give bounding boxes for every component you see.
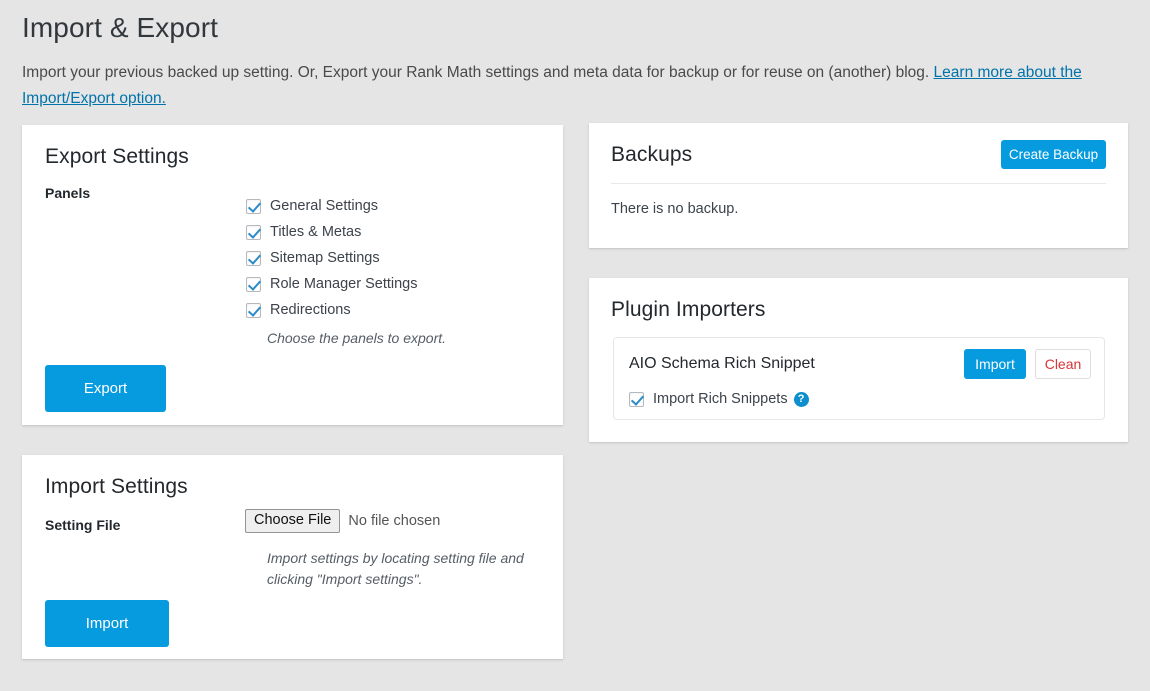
importer-actions: Import Clean (964, 349, 1091, 379)
checkbox-label: General Settings (270, 198, 379, 214)
create-backup-button[interactable]: Create Backup (1001, 140, 1106, 169)
checkbox-import-rich-snippets[interactable] (629, 391, 644, 407)
import-settings-title: Import Settings (45, 475, 188, 498)
checkbox-label: Import Rich Snippets (653, 391, 788, 407)
plugin-importers-title: Plugin Importers (611, 298, 766, 321)
importer-clean-button[interactable]: Clean (1035, 349, 1091, 379)
checkbox-row-redirections[interactable]: Redirections (246, 297, 418, 323)
importer-item-aio-schema-rich-snippet: AIO Schema Rich Snippet Import Clean Imp… (613, 337, 1105, 420)
export-button[interactable]: Export (45, 365, 166, 412)
checkbox-general-settings[interactable] (246, 198, 261, 214)
backups-card: Backups Create Backup There is no backup… (589, 123, 1128, 248)
choose-file-button[interactable]: Choose File (245, 509, 341, 533)
export-panels-checkbox-list: General Settings Titles & Metas Sitemap … (246, 193, 418, 323)
importer-name: AIO Schema Rich Snippet (629, 355, 815, 372)
export-hint-text: Choose the panels to export. (267, 330, 447, 346)
import-settings-card: Import Settings Setting File Choose File… (22, 455, 563, 659)
checkbox-row-sitemap-settings[interactable]: Sitemap Settings (246, 245, 418, 271)
checkbox-label: Sitemap Settings (270, 250, 380, 266)
backups-divider (611, 183, 1106, 184)
checkbox-titles-metas[interactable] (246, 224, 261, 240)
no-backup-message: There is no backup. (611, 201, 739, 217)
import-export-page: Import & Export Import your previous bac… (0, 0, 1150, 691)
import-button[interactable]: Import (45, 600, 169, 647)
export-settings-title: Export Settings (45, 145, 189, 168)
checkbox-role-manager-settings[interactable] (246, 276, 261, 292)
checkbox-row-general-settings[interactable]: General Settings (246, 193, 418, 219)
checkbox-row-import-rich-snippets[interactable]: Import Rich Snippets ? (629, 390, 809, 408)
checkbox-sitemap-settings[interactable] (246, 250, 261, 266)
checkbox-label: Role Manager Settings (270, 276, 418, 292)
file-chosen-status: No file chosen (348, 513, 441, 529)
export-settings-card: Export Settings Panels General Settings … (22, 125, 563, 425)
question-mark-icon[interactable]: ? (793, 391, 809, 407)
page-description: Import your previous backed up setting. … (22, 60, 1126, 112)
checkbox-label: Redirections (270, 302, 351, 318)
checkbox-row-role-manager-settings[interactable]: Role Manager Settings (246, 271, 418, 297)
checkbox-redirections[interactable] (246, 302, 261, 318)
checkbox-row-titles-metas[interactable]: Titles & Metas (246, 219, 418, 245)
importer-import-button[interactable]: Import (964, 349, 1026, 379)
setting-file-label: Setting File (45, 517, 121, 533)
checkbox-label: Titles & Metas (270, 224, 362, 240)
backups-title: Backups (611, 143, 693, 166)
panels-label: Panels (45, 185, 91, 201)
page-title: Import & Export (22, 12, 219, 43)
plugin-importers-card: Plugin Importers AIO Schema Rich Snippet… (589, 278, 1128, 442)
import-hint-text: Import settings by locating setting file… (267, 550, 524, 587)
setting-file-input-row[interactable]: Choose File No file chosen (245, 509, 440, 533)
page-description-text: Import your previous backed up setting. … (22, 64, 934, 81)
